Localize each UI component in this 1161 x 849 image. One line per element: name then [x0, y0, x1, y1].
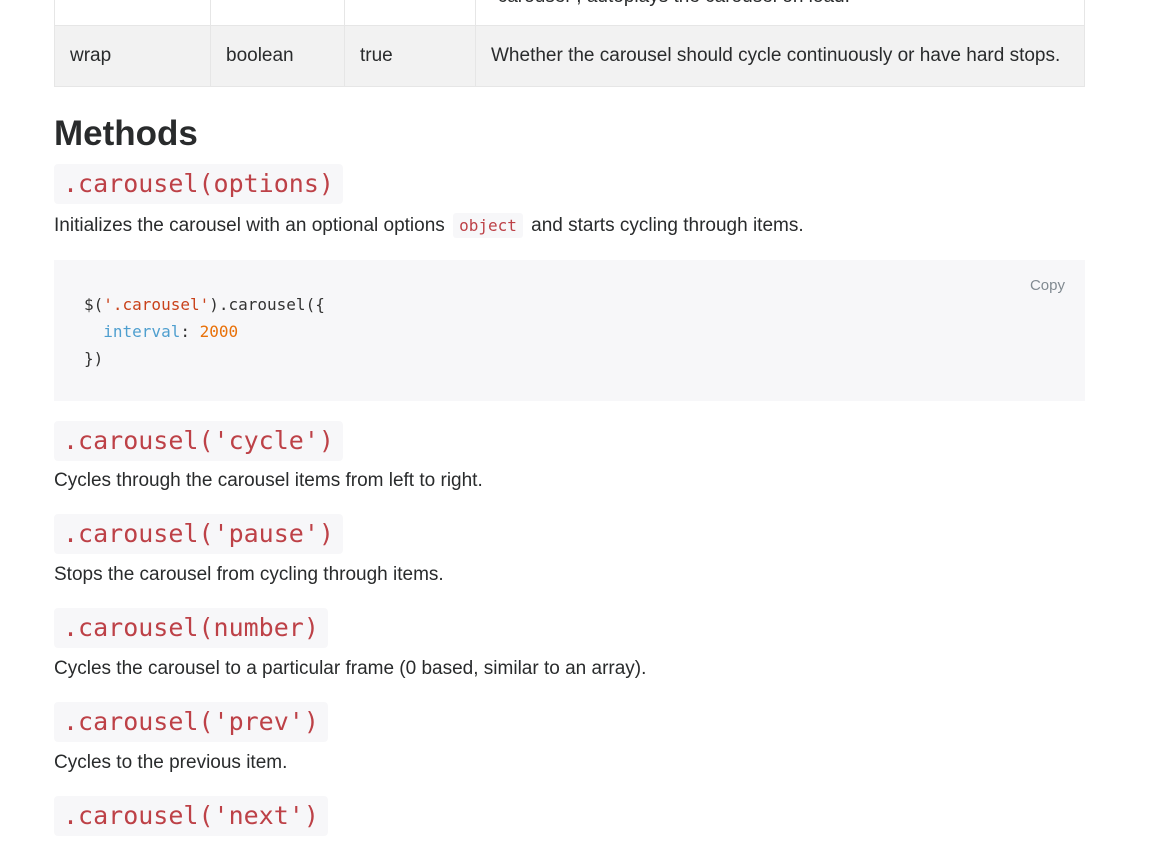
option-default: true — [344, 25, 476, 87]
method-description-options: Initializes the carousel with an optiona… — [54, 213, 804, 238]
table-row: "carousel", autoplays the carousel on lo… — [54, 0, 1085, 26]
option-type: boolean — [210, 25, 345, 87]
copy-button[interactable]: Copy — [1030, 277, 1065, 294]
option-description: "carousel", autoplays the carousel on lo… — [491, 0, 850, 8]
table-cell — [344, 0, 476, 26]
method-signature-next: .carousel('next') — [54, 796, 328, 836]
description-text: and starts cycling through items. — [531, 215, 804, 236]
code-example: Copy $('.carousel').carousel({ interval:… — [54, 260, 1085, 401]
method-signature-cycle: .carousel('cycle') — [54, 421, 343, 461]
inline-code-object: object — [453, 213, 523, 238]
method-description-cycle: Cycles through the carousel items from l… — [54, 470, 483, 491]
description-text: Initializes the carousel with an optiona… — [54, 215, 445, 236]
method-description-number: Cycles the carousel to a particular fram… — [54, 658, 647, 679]
code-number: 2000 — [199, 322, 239, 341]
methods-heading: Methods — [54, 114, 198, 153]
code-key: interval — [103, 322, 181, 341]
table-cell — [54, 0, 211, 26]
method-description-prev: Cycles to the previous item. — [54, 752, 288, 773]
code-token: $( — [84, 295, 104, 314]
option-name: wrap — [54, 25, 211, 87]
method-signature-number: .carousel(number) — [54, 608, 328, 648]
options-table: "carousel", autoplays the carousel on lo… — [54, 0, 1085, 87]
code-token: }) — [84, 349, 104, 368]
table-cell-description: "carousel", autoplays the carousel on lo… — [475, 0, 1085, 26]
method-signature-pause: .carousel('pause') — [54, 514, 343, 554]
code-snippet: $('.carousel').carousel({ interval: 2000… — [84, 291, 325, 372]
method-signature-options: .carousel(options) — [54, 164, 343, 204]
table-cell — [210, 0, 345, 26]
code-token: ).carousel({ — [209, 295, 325, 314]
code-string: '.carousel' — [103, 295, 210, 314]
method-signature-prev: .carousel('prev') — [54, 702, 328, 742]
option-description: Whether the carousel should cycle contin… — [475, 25, 1085, 87]
method-description-pause: Stops the carousel from cycling through … — [54, 564, 444, 585]
table-row-wrap: wrap boolean true Whether the carousel s… — [54, 25, 1085, 87]
code-token: : — [180, 322, 200, 341]
docs-content: "carousel", autoplays the carousel on lo… — [54, 0, 1085, 836]
